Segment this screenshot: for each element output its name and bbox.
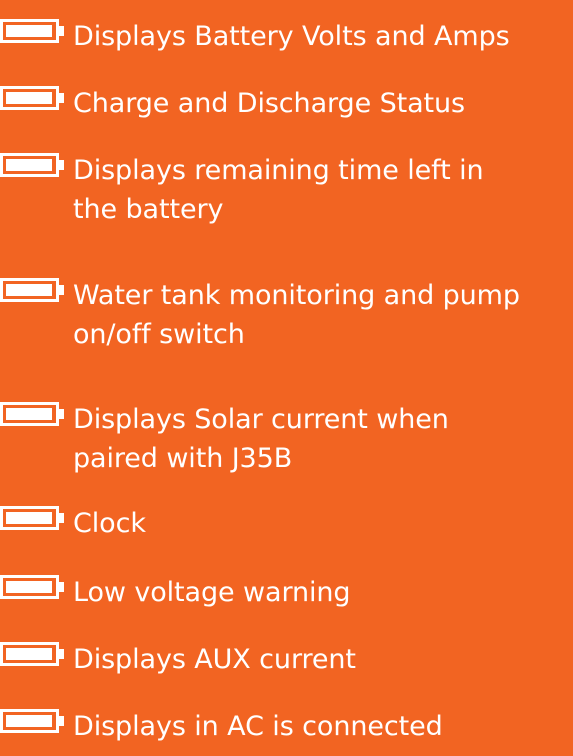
battery-icon: [0, 506, 64, 530]
feature-line: the battery: [73, 194, 224, 225]
feature-line: Displays remaining time left in: [73, 155, 484, 186]
feature-text: Water tank monitoring and pump on/off sw…: [73, 276, 573, 354]
battery-icon: [0, 278, 64, 302]
feature-line: Displays in AC is connected: [73, 711, 443, 742]
feature-text: Charge and Discharge Status: [73, 84, 573, 123]
feature-line: Clock: [73, 508, 146, 539]
feature-text: Displays remaining time left in the batt…: [73, 151, 573, 229]
battery-icon: [0, 575, 64, 599]
feature-line: Displays Battery Volts and Amps: [73, 21, 510, 52]
feature-text: Displays Solar current when paired with …: [73, 400, 573, 478]
feature-line: Water tank monitoring and pump: [73, 280, 520, 311]
feature-text: Displays AUX current: [73, 640, 573, 679]
feature-line: Low voltage warning: [73, 577, 351, 608]
battery-icon: [0, 19, 64, 43]
feature-text: Low voltage warning: [73, 573, 573, 612]
feature-line: on/off switch: [73, 319, 245, 350]
feature-line: Charge and Discharge Status: [73, 88, 466, 119]
battery-icon: [0, 642, 64, 666]
battery-icon: [0, 402, 64, 426]
battery-icon: [0, 86, 64, 110]
feature-line: Displays Solar current when: [73, 404, 449, 435]
feature-line: paired with J35B: [73, 443, 293, 474]
battery-icon: [0, 153, 64, 177]
battery-icon: [0, 709, 64, 733]
feature-text: Clock: [73, 504, 573, 543]
feature-line: Displays AUX current: [73, 644, 356, 675]
feature-text: Displays Battery Volts and Amps: [73, 17, 573, 56]
feature-text: Displays in AC is connected: [73, 707, 573, 746]
